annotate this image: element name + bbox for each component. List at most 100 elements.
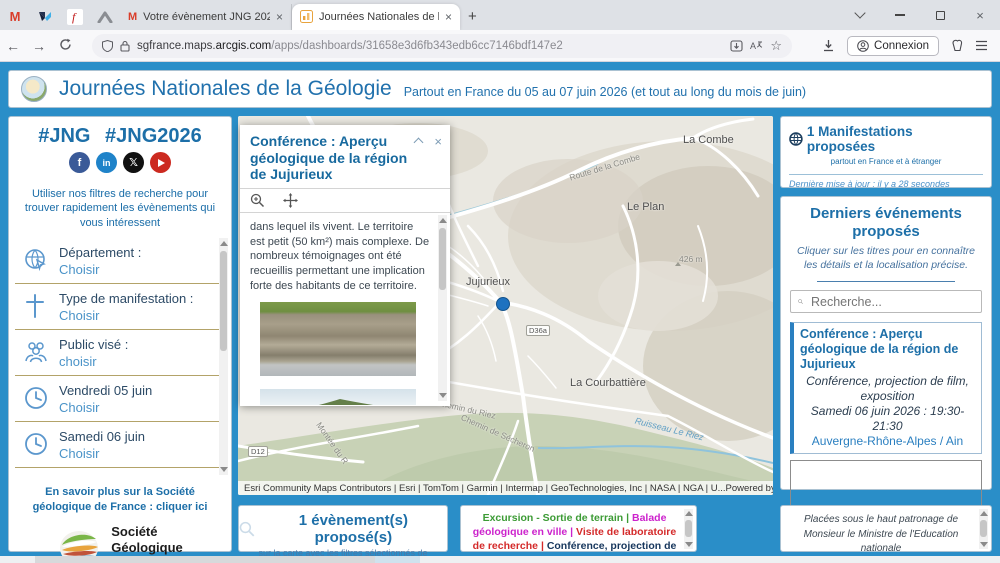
close-icon[interactable]: × [276, 10, 283, 24]
patronage-scrollbar[interactable] [979, 509, 988, 549]
zoom-to-icon[interactable] [250, 193, 265, 208]
scroll-thumb[interactable] [685, 520, 692, 537]
search-input[interactable] [809, 293, 974, 310]
search-box[interactable] [790, 290, 982, 314]
divider [816, 281, 956, 283]
sgf-more-info-link[interactable]: En savoir plus sur la Société géologique… [15, 485, 225, 516]
scroll-thumb[interactable] [980, 520, 987, 537]
filter-label: Samedi 06 juin [59, 429, 145, 445]
downloads-icon[interactable] [822, 39, 835, 52]
collapse-icon[interactable] [413, 137, 424, 148]
events-count: 1 évènement(s) proposé(s) [298, 512, 408, 546]
facebook-icon[interactable]: f [69, 152, 90, 173]
pinned-tab-bird[interactable] [30, 4, 60, 30]
event-datetime: Samedi 06 juin 2026 : 19:30-21:30 [810, 404, 965, 434]
pinned-tab-f[interactable]: f [60, 4, 90, 30]
forward-button[interactable]: → [26, 38, 52, 54]
popup-scrollbar[interactable] [438, 214, 447, 401]
reload-button[interactable] [52, 38, 78, 54]
event-marker[interactable] [496, 297, 510, 311]
gmail-icon: M [128, 10, 138, 23]
map-label-elevation: 426 m [679, 254, 703, 264]
bookmark-star-icon[interactable]: ☆ [770, 38, 782, 54]
minimize-icon [895, 14, 905, 16]
map-shield-d36a: D36a [526, 325, 550, 336]
new-tab-button[interactable]: + [468, 8, 477, 25]
filter-label: Public visé : [59, 337, 129, 353]
scroll-thumb[interactable] [220, 250, 227, 351]
taskbar-segment [375, 556, 420, 563]
events-count-card: 1 évènement(s) proposé(s) sur la carte a… [238, 505, 448, 563]
filter-choisir-link[interactable]: Choisir [59, 446, 145, 461]
scroll-down-icon[interactable] [220, 466, 228, 472]
menu-icon[interactable] [975, 40, 988, 51]
filter-choisir-link[interactable]: Choisir [59, 308, 193, 323]
youtube-icon[interactable] [150, 152, 171, 173]
taskbar-edge [0, 556, 1000, 563]
filter-choisir-link[interactable]: choisir [59, 354, 128, 369]
filter-samedi-06[interactable]: Samedi 06 juin Choisir [15, 422, 225, 468]
popup-content[interactable]: dans lequel ils vivent. Le territoire es… [240, 213, 450, 405]
scroll-up-icon[interactable] [685, 511, 693, 516]
scroll-down-icon[interactable] [685, 542, 693, 547]
filter-vendredi-05[interactable]: Vendredi 05 juin Choisir [15, 376, 225, 422]
map-label-la-combe: La Combe [683, 134, 734, 146]
mountain-icon [97, 11, 113, 23]
globe-counter-icon [789, 132, 803, 146]
dashboard-favicon [300, 10, 313, 23]
x-twitter-icon[interactable]: 𝕏 [123, 152, 144, 173]
scroll-down-icon[interactable] [439, 392, 447, 398]
lock-icon[interactable] [120, 40, 130, 52]
maximize-button[interactable] [920, 0, 960, 30]
scroll-thumb[interactable] [439, 227, 446, 290]
event-list-item[interactable]: Conférence : Aperçu géologique de la rég… [790, 322, 982, 455]
gmail-icon: M [9, 9, 21, 24]
reload-icon [59, 38, 71, 50]
scroll-up-icon[interactable] [220, 240, 228, 246]
pan-icon[interactable] [283, 192, 298, 208]
map-label-jujurieux: Jujurieux [466, 276, 511, 288]
jng-logo-icon [21, 76, 47, 102]
manifestations-subtitle: partout en France et à étranger [830, 157, 942, 166]
pinned-tab-mountain[interactable] [90, 4, 120, 30]
shield-icon[interactable] [102, 39, 113, 52]
tab-dashboard[interactable]: Journées Nationales de la Géol × [292, 3, 460, 30]
filters-scrollbar[interactable] [219, 237, 228, 475]
scroll-down-icon[interactable] [980, 542, 988, 547]
filter-public-vise[interactable]: Public visé : choisir [15, 330, 225, 376]
url-domain-prefix: sgfrance.maps. [137, 39, 216, 52]
tab-jng-email[interactable]: M Votre évènement JNG 2026 est × [120, 3, 292, 30]
legend-scrollbar[interactable] [684, 509, 693, 549]
popup-description: dans lequel ils vivent. Le territoire es… [250, 220, 430, 293]
filter-choisir-link[interactable]: Choisir [59, 262, 141, 277]
event-title-link[interactable]: Conférence : Aperçu géologique de la rég… [800, 327, 975, 372]
back-button[interactable]: ← [0, 38, 26, 54]
outcrop-photo [260, 302, 416, 377]
linkedin-icon[interactable]: in [96, 152, 117, 173]
close-window-button[interactable]: × [960, 0, 1000, 30]
maximize-icon [935, 10, 945, 20]
popup-title[interactable]: Conférence : Aperçu géologique de la rég… [250, 133, 415, 183]
taskbar-segment [35, 556, 375, 563]
event-region: Auvergne-Rhône-Alpes / Ain [811, 434, 964, 449]
window-controls: × [840, 0, 1000, 30]
tab-list-button[interactable] [840, 0, 880, 30]
powered-by-esri: Powered by Esri [725, 482, 773, 494]
filter-choisir-link[interactable]: Choisir [59, 400, 152, 415]
translate-icon[interactable]: A [750, 40, 763, 52]
pinned-tab-gmail[interactable]: M [0, 4, 30, 30]
filter-departement[interactable]: Département : Choisir [15, 238, 225, 284]
minimize-button[interactable] [880, 0, 920, 30]
url-text[interactable]: sgfrance.maps.arcgis.com/apps/dashboards… [137, 40, 723, 52]
save-page-icon[interactable] [730, 39, 743, 52]
filter-type-manifestation[interactable]: Type de manifestation : Choisir [15, 284, 225, 330]
connexion-button[interactable]: Connexion [847, 35, 939, 56]
scroll-up-icon[interactable] [980, 511, 988, 516]
url-domain: arcgis.com [215, 39, 272, 52]
extension-icon[interactable] [951, 39, 963, 52]
scroll-up-icon[interactable] [439, 217, 447, 223]
address-bar[interactable]: sgfrance.maps.arcgis.com/apps/dashboards… [92, 33, 792, 58]
close-icon[interactable]: × [434, 135, 442, 148]
events-card-subtitle: Cliquer sur les titres pour en connaître… [796, 245, 975, 271]
close-icon[interactable]: × [445, 10, 452, 24]
